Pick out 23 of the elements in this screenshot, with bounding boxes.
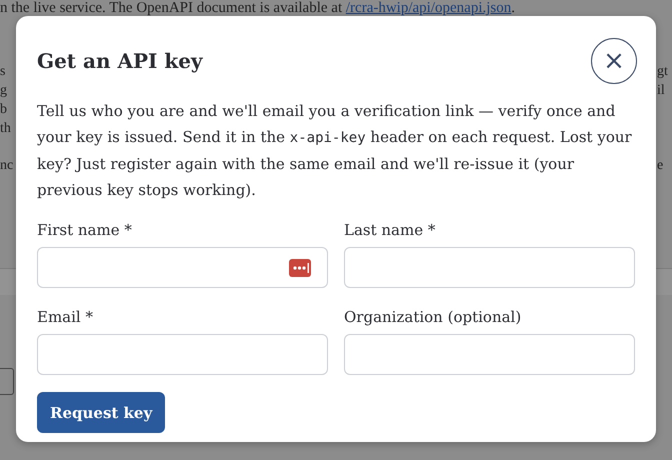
background-text: b [0, 101, 8, 119]
background-text: s [0, 63, 6, 81]
field-label: Last name * [344, 221, 436, 239]
input-field[interactable] [344, 334, 635, 375]
dialog-title: Get an API key [37, 49, 203, 73]
input-field[interactable] [37, 247, 328, 288]
close-button[interactable]: × [591, 38, 637, 84]
background-text: g [0, 82, 8, 100]
field-label: Email * [37, 308, 94, 326]
background-text: th [0, 120, 12, 138]
field-label: First name * [37, 221, 133, 239]
background-text: nc [0, 157, 14, 175]
select-field[interactable] [0, 368, 14, 395]
background-text: e [657, 157, 664, 175]
description-text: Tell us who you are and we'll email you a verification link — verify once and your key is issued. Send it in the x-api-key header on each request. Lost your key? Just register again with the same email and we'll re-issue it (your previous key stops working). [37, 101, 633, 201]
background-text: gt [657, 63, 668, 81]
background-text: il [657, 82, 666, 100]
input-field[interactable] [37, 334, 328, 375]
input-field[interactable] [344, 247, 635, 288]
request-key-button[interactable]: Request key [37, 392, 166, 433]
paragraph-text: n the live service. The OpenAPI document is available at /rcra-hwip/api/openapi.json. [0, 0, 515, 16]
field-label: Organization (optional) [344, 308, 522, 326]
password-manager-icon[interactable] [289, 258, 311, 276]
